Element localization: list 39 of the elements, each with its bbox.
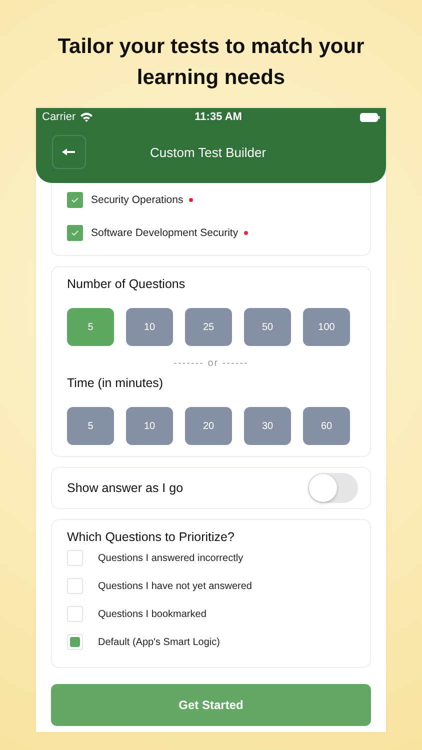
option-label: Default (App's Smart Logic) xyxy=(98,636,220,648)
toggle-label: Show answer as I go xyxy=(67,481,184,495)
get-started-button[interactable]: Get Started xyxy=(51,684,371,726)
count-option[interactable]: 25 xyxy=(185,308,232,346)
back-button[interactable] xyxy=(52,135,86,169)
option-label: Questions I have not yet answered xyxy=(98,580,252,592)
headline: Tailor your tests to match your learning needs xyxy=(56,34,366,91)
status-time: 11:35 AM xyxy=(194,111,242,123)
time-option[interactable]: 5 xyxy=(67,407,114,445)
or-separator: ------- or ------ xyxy=(172,358,250,369)
checkbox[interactable] xyxy=(67,192,83,208)
section-title: Number of Questions xyxy=(67,277,186,291)
count-option[interactable]: 5 xyxy=(67,308,114,346)
radio-box[interactable] xyxy=(67,550,83,566)
battery-icon xyxy=(360,112,380,122)
count-option[interactable]: 100 xyxy=(303,308,350,346)
count-option[interactable]: 50 xyxy=(244,308,291,346)
domain-label: Software Development Security xyxy=(91,226,238,238)
time-option[interactable]: 10 xyxy=(126,407,173,445)
section-title: Time (in minutes) xyxy=(67,376,164,390)
option-label: Questions I bookmarked xyxy=(98,608,206,620)
check-icon xyxy=(71,196,79,202)
radio-box[interactable] xyxy=(67,606,83,622)
time-option[interactable]: 30 xyxy=(244,407,291,445)
toggle-switch[interactable] xyxy=(308,473,358,503)
radio-box[interactable] xyxy=(67,634,83,650)
radio-box[interactable] xyxy=(67,578,83,594)
section-title: Which Questions to Prioritize? xyxy=(67,530,236,544)
wifi-icon xyxy=(80,112,93,122)
time-option[interactable]: 60 xyxy=(303,407,350,445)
back-arrow-icon xyxy=(62,148,76,156)
domain-label: Security Operations xyxy=(91,194,184,206)
count-option[interactable]: 10 xyxy=(126,308,173,346)
option-label: Questions I answered incorrectly xyxy=(98,552,244,564)
checkbox[interactable] xyxy=(67,224,83,240)
screen-title: Custom Test Builder xyxy=(150,144,266,160)
time-option[interactable]: 20 xyxy=(185,407,232,445)
carrier-label: Carrier xyxy=(42,111,76,123)
check-icon xyxy=(71,230,79,236)
